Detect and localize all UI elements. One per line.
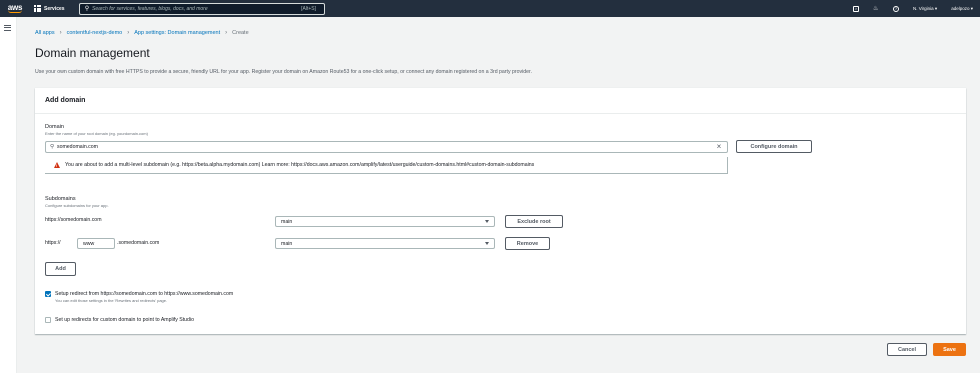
caret-down-icon: ▾ (934, 5, 938, 11)
domain-label: Domain (45, 124, 64, 130)
warning-text: You are about to add a multi-level subdo… (65, 162, 535, 168)
user-label: adelpozo (951, 6, 970, 11)
caret-down-icon (485, 242, 489, 245)
branch-select-value: main (281, 218, 293, 225)
search-shortcut: [Alt+S] (301, 5, 316, 12)
save-button[interactable]: Save (933, 343, 966, 356)
aws-logo[interactable]: aws (4, 0, 26, 17)
bell-icon: ♨ (872, 5, 879, 12)
top-navigation: aws Services ⚲ Search for services, feat… (0, 0, 980, 17)
services-label: Services (44, 5, 65, 12)
chevron-right-icon: › (59, 30, 62, 36)
menu-icon[interactable] (4, 25, 11, 32)
root-domain-url: https://somedomain.com (45, 217, 102, 223)
domain-input-value: somedomain.com (57, 144, 98, 150)
region-label: N. Virginia (912, 6, 934, 11)
search-icon: ⚲ (49, 144, 55, 150)
remove-subdomain-button[interactable]: Remove (505, 237, 550, 250)
redirect-hint: You can edit those settings in the 'Rewr… (55, 298, 168, 303)
subdomain-prefix: https:// (45, 240, 61, 246)
services-menu-button[interactable]: Services (34, 5, 65, 12)
exclude-root-button[interactable]: Exclude root (505, 215, 563, 228)
cloudshell-button[interactable]: > (852, 5, 859, 12)
subdomain-input[interactable]: www (77, 238, 115, 249)
panel-header: Add domain (35, 88, 966, 114)
side-navigation-rail (0, 17, 17, 373)
help-icon: ? (892, 5, 899, 12)
domain-hint: Enter the name of your root domain (eg. … (45, 131, 148, 136)
global-search-input[interactable]: ⚲ Search for services, features, blogs, … (79, 2, 325, 15)
caret-down-icon: ▾ (970, 5, 973, 11)
breadcrumb-domain-management[interactable]: App settings: Domain management (134, 30, 220, 36)
clear-icon[interactable]: × (714, 143, 724, 151)
cloudshell-icon: > (852, 5, 859, 12)
subdomain-input-value: www (83, 240, 95, 247)
account-menu[interactable]: adelpozo ▾ (951, 6, 973, 12)
add-domain-panel: Add domain Domain Enter the name of your… (35, 88, 966, 334)
chevron-right-icon: › (225, 30, 228, 36)
multi-level-subdomain-warning: You are about to add a multi-level subdo… (45, 157, 728, 174)
breadcrumb-all-apps[interactable]: All apps (35, 30, 55, 36)
subdomains-hint: Configure subdomains for your app. (45, 203, 109, 208)
aws-smile-icon (8, 10, 22, 13)
configure-domain-button[interactable]: Configure domain (736, 140, 812, 153)
subdomain-suffix: .somedomain.com (117, 240, 160, 246)
search-placeholder: Search for services, features, blogs, do… (92, 5, 208, 12)
subdomains-label: Subdomains (45, 196, 76, 202)
redirect-checkbox[interactable] (45, 291, 51, 297)
search-icon: ⚲ (84, 6, 90, 12)
breadcrumb-current: Create (232, 30, 249, 36)
help-button[interactable]: ? (892, 5, 899, 12)
page-title: Domain management (35, 46, 150, 60)
chevron-right-icon: › (127, 30, 130, 36)
warning-icon (54, 162, 60, 168)
add-subdomain-button[interactable]: Add (45, 262, 76, 276)
breadcrumb: All apps › contentful-nextjs-demo › App … (35, 30, 249, 36)
cancel-button[interactable]: Cancel (887, 343, 927, 356)
studio-redirect-checkbox[interactable] (45, 317, 51, 323)
caret-down-icon (485, 220, 489, 223)
redirect-label: Setup redirect from https://somedomain.c… (55, 291, 234, 297)
domain-input[interactable]: ⚲ somedomain.com × (45, 141, 728, 153)
breadcrumb-app[interactable]: contentful-nextjs-demo (67, 30, 123, 36)
region-selector[interactable]: N. Virginia ▾ (913, 6, 937, 12)
notifications-button[interactable]: ♨ (873, 6, 879, 12)
branch-select[interactable]: main (275, 216, 495, 227)
branch-select-value: main (281, 240, 293, 247)
studio-redirect-label: Set up redirects for custom domain to po… (55, 317, 194, 323)
services-grid-icon (34, 5, 41, 12)
branch-select[interactable]: main (275, 238, 495, 249)
page-description: Use your own custom domain with free HTT… (35, 69, 532, 75)
